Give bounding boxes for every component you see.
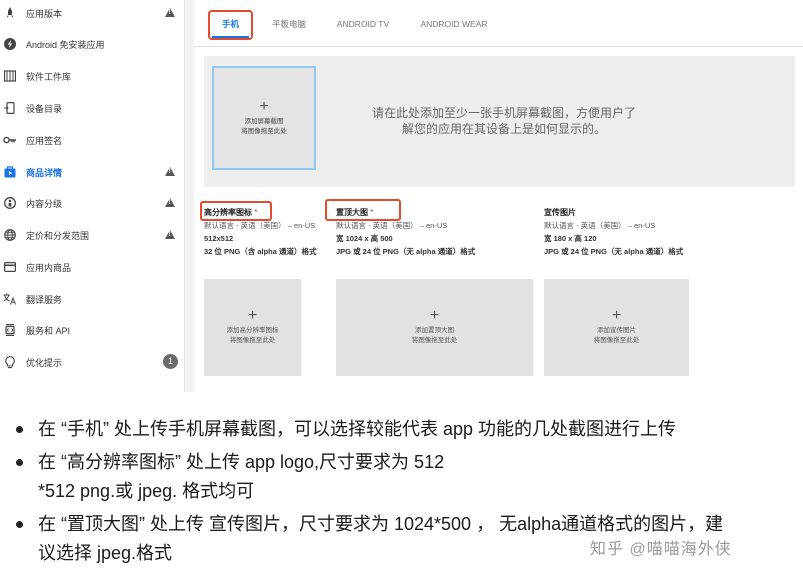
screenshot-hint: 请在此处添加至少一张手机屏幕截图，方便用户了 解您的应用在其设备上是如何显示的。 (354, 105, 654, 137)
hi-res-icon-dropzone[interactable]: + 添加高分辨率图标 将图像拖至此处 (204, 279, 301, 376)
sidebar-item-label: 内容分级 (26, 198, 63, 209)
sidebar-item-store-listing[interactable]: 商品详情 (0, 157, 184, 187)
store-listing-icon (3, 165, 17, 179)
bullet-dot (16, 459, 23, 466)
device-catalog-icon (3, 101, 17, 115)
add-screenshot-label: 添加屏幕截图 (244, 117, 284, 125)
translate-icon (3, 292, 17, 306)
list-item-text: 在 “高分辨率图标” 处上传 app logo,尺寸要求为 512 (38, 452, 445, 472)
sidebar-item-artifact-library[interactable]: 软件工件库 (0, 61, 184, 91)
asset-size: 宽 1024 x 高 500 (336, 234, 393, 243)
tab-android-wear[interactable]: ANDROID WEAR (418, 10, 490, 38)
sidebar-item-translation-services[interactable]: 翻译服务 (0, 284, 184, 314)
screenshot-panel: + 添加屏幕截图 将图像拖至此处 请在此处添加至少一张手机屏幕截图，方便用户了 … (204, 56, 795, 187)
rating-icon (3, 196, 17, 210)
sidebar-item-app-releases[interactable]: 应用版本 (0, 0, 184, 28)
warning-icon (165, 8, 175, 17)
bullet-dot (16, 426, 23, 433)
watermark: 知乎 @喵喵海外侠 (590, 541, 732, 558)
highlight-frame (325, 199, 401, 221)
sidebar-item-label: Android 免安装应用 (26, 39, 105, 50)
sidebar-item-pricing-distribution[interactable]: 定价和分发范围 (0, 220, 184, 250)
dropzone-add-label: 添加置顶大图 (415, 327, 454, 334)
asset-title: 宣传图片 (544, 208, 576, 217)
plus-icon: + (247, 307, 258, 324)
sidebar-item-label: 软件工件库 (26, 71, 72, 82)
asset-size: 宽 180 x 高 120 (544, 234, 597, 243)
asset-size: 512x512 (204, 234, 234, 243)
dropzone-drag-label: 将图像拖至此处 (229, 337, 276, 344)
tab-android-tv[interactable]: ANDROID TV (332, 10, 394, 38)
api-icon (3, 323, 17, 337)
sidebar-item-label: 定价和分发范围 (26, 230, 90, 241)
tab-active-indicator (212, 36, 249, 38)
feature-graphic-dropzone[interactable]: + 添加置顶大图 将图像拖至此处 (336, 279, 533, 376)
sidebar-divider (184, 0, 194, 392)
dropzone-add-label: 添加宣传图片 (597, 327, 636, 334)
asset-format: 32 位 PNG（含 alpha 通道）格式 (204, 247, 317, 256)
asset-language: 默认语言 - 英语（美国） – en-US (544, 221, 656, 230)
drag-hint-label: 将图像拖至此处 (241, 127, 287, 135)
highlight-frame (200, 201, 272, 221)
asset-format: JPG 或 24 位 PNG（无 alpha 通道）格式 (336, 247, 476, 256)
list-item-text: 在 “手机” 处上传手机屏幕截图，可以选择较能代表 app 功能的几处截图进行上… (38, 419, 677, 439)
promo-graphic-dropzone[interactable]: + 添加宣传图片 将图像拖至此处 (544, 279, 689, 376)
list-item-text: 议选择 jpeg.格式 (38, 543, 173, 563)
library-icon (3, 69, 17, 83)
sidebar-item-services-apis[interactable]: 服务和 API (0, 315, 184, 345)
sidebar-item-label: 应用内商品 (26, 262, 72, 273)
globe-icon (3, 228, 17, 242)
add-screenshot-dropzone[interactable]: + 添加屏幕截图 将图像拖至此处 (212, 66, 316, 170)
promo-graphic-info: 宣传图片 默认语言 - 英语（美国） – en-US 宽 180 x 高 120… (544, 206, 683, 258)
plus-icon: + (611, 307, 622, 324)
hint-line: 请在此处添加至少一张手机屏幕截图，方便用户了 (371, 106, 636, 120)
key-icon (3, 133, 17, 147)
sidebar-item-label: 优化提示 (26, 357, 63, 368)
sidebar: 应用版本 Android 免安装应用 软件工件库 设备目录 应用签名 商品详情 (0, 0, 184, 392)
sidebar-item-label: 服务和 API (26, 325, 71, 336)
lightbulb-icon (3, 355, 17, 369)
asset-format: JPG 或 24 位 PNG（无 alpha 通道）格式 (544, 247, 684, 256)
sidebar-item-app-signing[interactable]: 应用签名 (0, 125, 184, 155)
warning-icon (165, 198, 175, 207)
sidebar-item-label: 应用版本 (26, 8, 63, 19)
sidebar-item-instant-apps[interactable]: Android 免安装应用 (0, 29, 184, 59)
tip-count-badge: 1 (163, 354, 178, 369)
store-listing-graphics: 手机 平板电脑 ANDROID TV ANDROID WEAR + 添加屏幕截图… (194, 0, 803, 392)
sidebar-item-device-catalog[interactable]: 设备目录 (0, 93, 184, 123)
sidebar-item-content-rating[interactable]: 内容分级 (0, 188, 184, 218)
sidebar-item-label: 应用签名 (26, 135, 63, 146)
sidebar-item-label: 设备目录 (26, 103, 63, 114)
sidebar-item-in-app-products[interactable]: 应用内商品 (0, 252, 184, 282)
sidebar-item-optimization-tips[interactable]: 优化提示 (0, 347, 184, 377)
device-tabs: 手机 平板电脑 ANDROID TV ANDROID WEAR (194, 0, 803, 47)
bullet-dot (16, 521, 23, 528)
dropzone-drag-label: 将图像拖至此处 (411, 337, 458, 344)
plus-icon: + (429, 307, 440, 324)
card-icon (3, 260, 17, 274)
warning-icon (165, 230, 175, 239)
hint-line: 解您的应用在其设备上是如何显示的。 (401, 122, 606, 136)
tab-tablet[interactable]: 平板电脑 (266, 10, 312, 38)
dropzone-drag-label: 将图像拖至此处 (593, 337, 640, 344)
sidebar-item-label: 商品详情 (26, 167, 63, 178)
dropzone-add-label: 添加高分辨率图标 (226, 327, 279, 334)
plus-icon: + (259, 97, 269, 115)
warning-icon (165, 167, 175, 176)
list-item-text: *512 png.或 jpeg. 格式均可 (38, 481, 255, 501)
rocket-icon (3, 6, 17, 20)
sidebar-item-label: 翻译服务 (26, 294, 63, 305)
bolt-icon (3, 37, 17, 51)
